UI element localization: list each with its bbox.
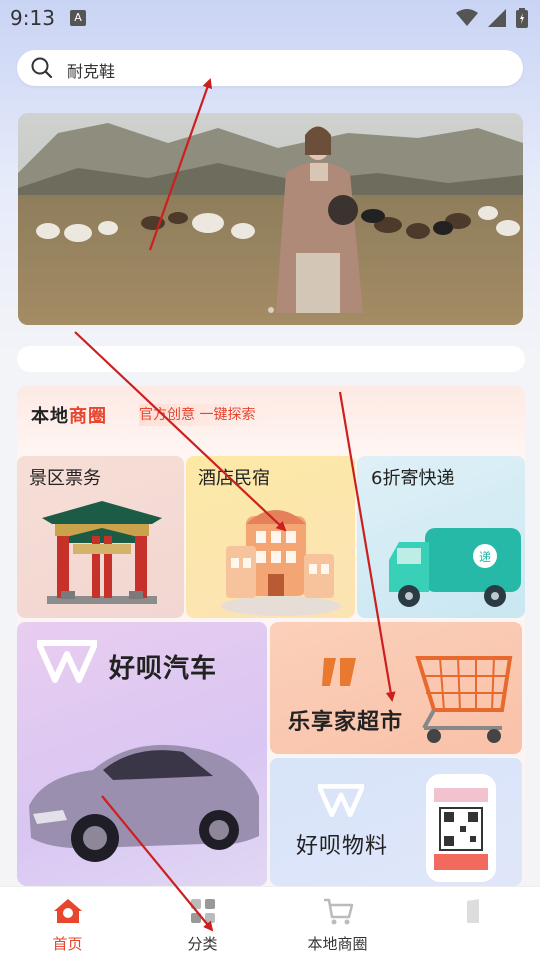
nav-label: 首页 — [52, 935, 83, 953]
profile-icon — [466, 899, 479, 923]
signal-icon — [488, 9, 506, 27]
nav-category[interactable]: 分类 — [135, 887, 270, 960]
nav-label: 分类 — [187, 935, 218, 953]
notification-icon: A — [70, 10, 86, 26]
truck-icon: 递 — [389, 528, 521, 607]
bottom-navigation: 首页 分类 本地商圈 — [0, 886, 540, 960]
car-icon — [29, 744, 259, 862]
search-value: 耐克鞋 — [67, 62, 116, 81]
shopping-cart-icon — [415, 656, 513, 743]
tile-scenic-tickets[interactable]: 景区票务 — [17, 456, 184, 618]
tile-label: 景区票务 — [29, 468, 101, 489]
notice-bar[interactable] — [17, 346, 525, 372]
status-bar: 9:13 A — [0, 0, 540, 38]
promo-label: 好呗汽车 — [109, 654, 218, 684]
banner-image — [18, 113, 523, 325]
local-section-title: 本地商圈 — [31, 402, 107, 428]
local-section-subtitle: 官方创意 一键探索 — [139, 404, 268, 426]
wifi-icon — [456, 9, 478, 26]
nav-profile[interactable] — [405, 887, 540, 960]
promo-banner[interactable] — [18, 113, 523, 325]
brand-logo-icon — [318, 784, 364, 818]
battery-icon — [516, 8, 528, 28]
nav-local-business[interactable]: 本地商圈 — [270, 887, 405, 960]
tile-hotel[interactable]: 酒店民宿 — [186, 456, 355, 618]
svg-text:递: 递 — [479, 550, 491, 564]
category-icon — [190, 899, 215, 923]
payment-stand-icon — [426, 774, 496, 882]
home-icon — [53, 899, 82, 923]
tile-express[interactable]: 6折寄快递 递 — [357, 456, 525, 618]
tile-label: 6折寄快递 — [371, 468, 455, 489]
hotel-icon — [221, 510, 341, 616]
promo-label: 乐享家超市 — [288, 710, 404, 735]
cart-icon — [323, 898, 353, 925]
promo-car[interactable]: 好呗汽车 — [17, 622, 267, 886]
brand-logo-icon — [37, 640, 97, 683]
status-icons — [456, 8, 528, 28]
tile-label: 酒店民宿 — [198, 468, 270, 489]
archway-icon — [42, 501, 162, 604]
local-title-accent: 商圈 — [69, 406, 107, 427]
nav-label: 本地商圈 — [307, 935, 368, 953]
nav-home[interactable]: 首页 — [0, 887, 135, 960]
local-title-main: 本地 — [31, 406, 69, 427]
search-input[interactable]: 耐克鞋 — [17, 50, 523, 86]
promo-materials[interactable]: 好呗物料 — [270, 758, 522, 886]
supermarket-logo-icon — [322, 658, 356, 686]
promo-label: 好呗物料 — [296, 834, 389, 859]
status-time: 9:13 — [10, 6, 55, 30]
search-icon — [31, 57, 53, 79]
local-business-section: 本地商圈 官方创意 一键探索 景区票务 酒店民宿 6折寄快递 递 好呗汽车 乐享… — [17, 386, 525, 886]
promo-supermarket[interactable]: 乐享家超市 — [270, 622, 522, 754]
